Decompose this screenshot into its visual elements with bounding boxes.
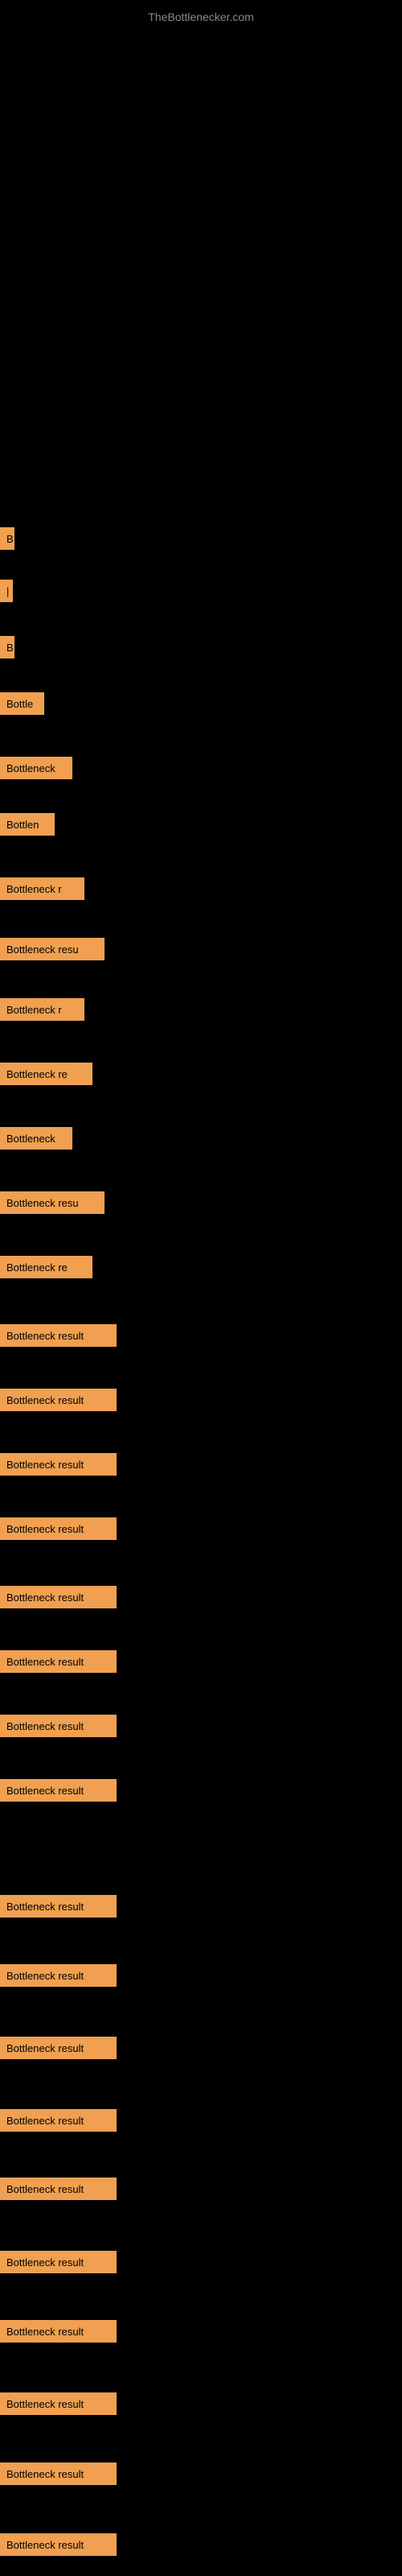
bottleneck-result-item: Bottleneck result xyxy=(0,1453,117,1476)
bottleneck-result-item: Bottleneck result xyxy=(0,1895,117,1918)
bottleneck-result-item: Bottleneck result xyxy=(0,1779,117,1802)
bottleneck-result-item: B xyxy=(0,636,14,658)
bottleneck-result-item: Bottleneck result xyxy=(0,2109,117,2132)
bottleneck-result-item: Bottleneck result xyxy=(0,1964,117,1987)
bottleneck-result-item: Bottleneck result xyxy=(0,2037,117,2059)
bottleneck-result-item: Bottleneck result xyxy=(0,2320,117,2343)
bottleneck-result-item: B xyxy=(0,527,14,550)
bottleneck-result-item: Bottleneck xyxy=(0,757,72,779)
bottleneck-result-item: | xyxy=(0,580,13,602)
bottleneck-result-item: Bottleneck result xyxy=(0,2533,117,2556)
bottleneck-result-item: Bottleneck result xyxy=(0,1650,117,1673)
bottleneck-result-item: Bottleneck resu xyxy=(0,1191,105,1214)
bottleneck-result-item: Bottleneck r xyxy=(0,998,84,1021)
bottleneck-result-item: Bottleneck result xyxy=(0,2251,117,2273)
bottleneck-result-item: Bottleneck result xyxy=(0,1586,117,1608)
bottleneck-result-item: Bottleneck re xyxy=(0,1256,92,1278)
bottleneck-result-item: Bottlen xyxy=(0,813,55,836)
bottleneck-result-item: Bottleneck result xyxy=(0,1517,117,1540)
bottleneck-result-item: Bottleneck resu xyxy=(0,938,105,960)
bottleneck-result-item: Bottleneck result xyxy=(0,2462,117,2485)
bottleneck-result-item: Bottleneck result xyxy=(0,1715,117,1737)
bottleneck-result-item: Bottle xyxy=(0,692,44,715)
bottleneck-result-item: Bottleneck result xyxy=(0,1389,117,1411)
bottleneck-result-item: Bottleneck r xyxy=(0,877,84,900)
bottleneck-result-item: Bottleneck result xyxy=(0,2178,117,2200)
bottleneck-result-item: Bottleneck xyxy=(0,1127,72,1150)
bottleneck-result-item: Bottleneck result xyxy=(0,1324,117,1347)
site-title: TheBottlenecker.com xyxy=(0,4,402,30)
bottleneck-result-item: Bottleneck re xyxy=(0,1063,92,1085)
bottleneck-result-item: Bottleneck result xyxy=(0,2392,117,2415)
